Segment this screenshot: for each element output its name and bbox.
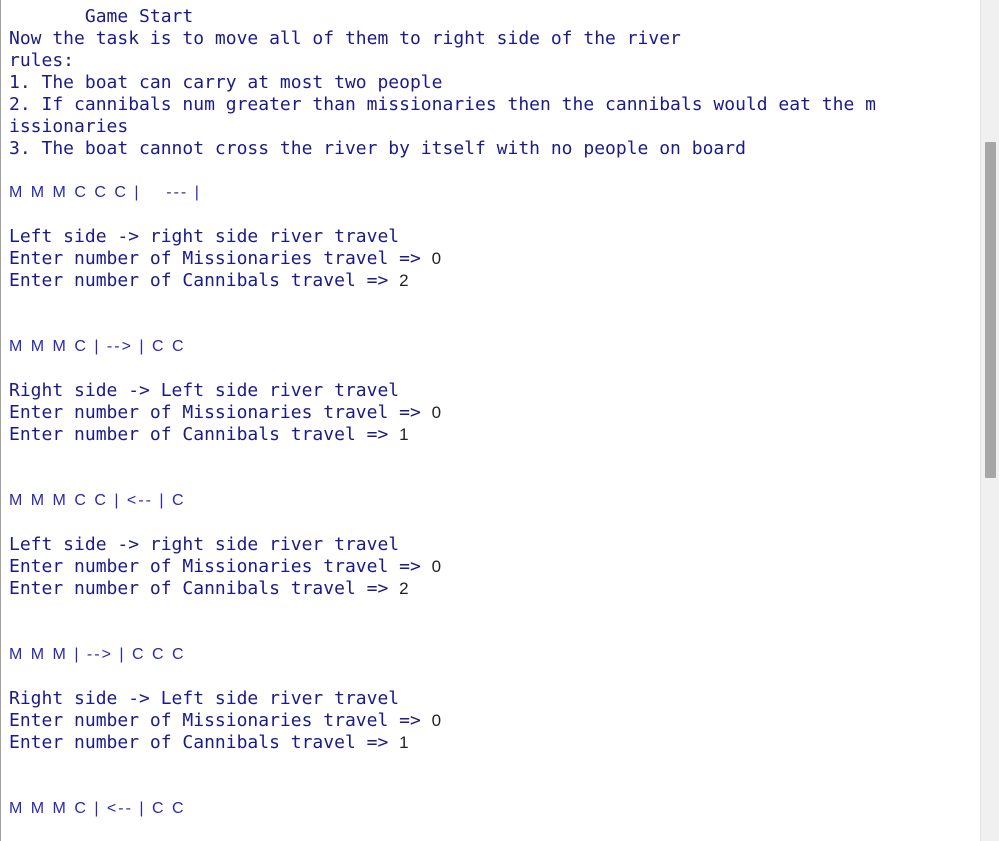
rule-3: 3. The boat cannot cross the river by it…	[9, 138, 746, 159]
prompt-cannibals-1: Enter number of Cannibals travel => 2	[9, 270, 409, 291]
prompt-cannibals-2: Enter number of Cannibals travel => 1	[9, 424, 409, 445]
input-value: 2	[399, 271, 409, 290]
prompt-missionaries-4: Enter number of Missionaries travel => 0	[9, 710, 442, 731]
rules-heading: rules:	[9, 50, 75, 71]
game-start-line: Game Start	[9, 6, 194, 27]
direction-line-2: Right side -> Left side river travel	[9, 380, 400, 401]
river-state-4: M M M | --> | C C C	[9, 646, 186, 663]
vertical-scrollbar[interactable]	[980, 0, 999, 841]
input-value: 2	[399, 579, 409, 598]
prompt-missionaries-2: Enter number of Missionaries travel => 0	[9, 402, 442, 423]
input-value: 1	[399, 425, 409, 444]
input-value: 0	[431, 557, 442, 576]
prompt-missionaries-3: Enter number of Missionaries travel => 0	[9, 556, 442, 577]
river-state-1: M M M C C C | --- |	[9, 184, 201, 201]
prompt-cannibals-3: Enter number of Cannibals travel => 2	[9, 578, 409, 599]
input-value: 0	[431, 249, 442, 268]
scrollbar-thumb[interactable]	[985, 142, 996, 478]
direction-line-4: Right side -> Left side river travel	[9, 688, 400, 709]
console-output[interactable]: Game Start Now the task is to move all o…	[0, 0, 980, 841]
input-value: 0	[431, 711, 442, 730]
rule-2-wrap: issionaries	[9, 116, 129, 137]
task-line: Now the task is to move all of them to r…	[9, 28, 681, 49]
river-state-5: M M M C | <-- | C C	[9, 800, 186, 817]
rule-2: 2. If cannibals num greater than mission…	[9, 94, 876, 115]
river-state-2: M M M C | --> | C C	[9, 338, 186, 355]
direction-line-1: Left side -> right side river travel	[9, 226, 400, 247]
input-value: 1	[399, 733, 409, 752]
direction-line-3: Left side -> right side river travel	[9, 534, 400, 555]
river-state-3: M M M C C | <-- | C	[9, 492, 186, 509]
rule-1: 1. The boat can carry at most two people	[9, 72, 443, 93]
input-value: 0	[431, 403, 442, 422]
prompt-cannibals-4: Enter number of Cannibals travel => 1	[9, 732, 409, 753]
prompt-missionaries-1: Enter number of Missionaries travel => 0	[9, 248, 442, 269]
